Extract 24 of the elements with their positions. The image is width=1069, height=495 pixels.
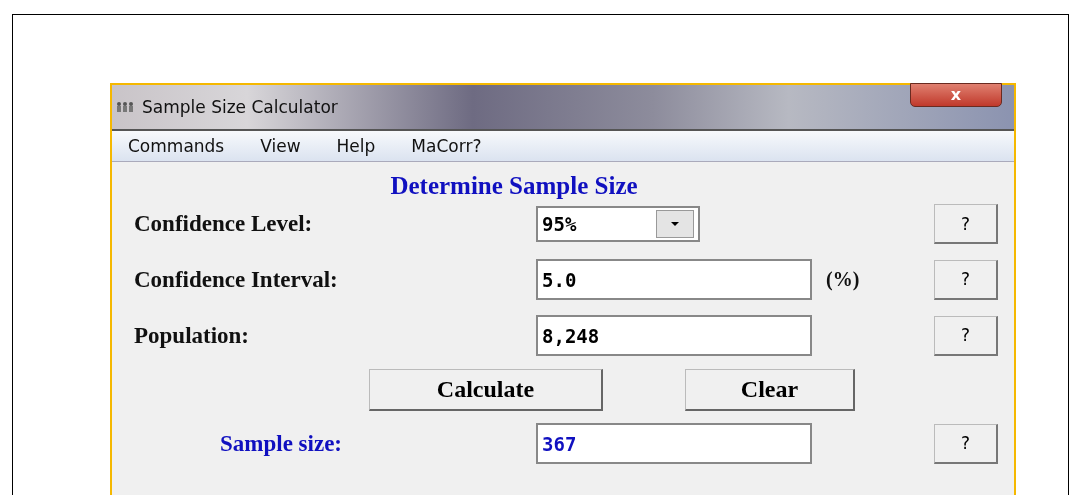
field-label: Confidence Interval:	[134, 266, 339, 293]
close-button[interactable]: x	[910, 83, 1002, 107]
result-label: Sample size:	[219, 430, 343, 457]
caret-icon	[670, 221, 680, 227]
menu-item[interactable]: Commands	[128, 136, 225, 156]
input-field[interactable]: 5.0	[536, 259, 812, 300]
dialog-heading: Determine Sample Size	[389, 172, 639, 200]
confidence-dropdown[interactable]: 95%	[536, 206, 700, 242]
action-button[interactable]: Clear	[685, 369, 855, 411]
unit-label: (%)	[825, 268, 861, 291]
field-label: Population:	[134, 322, 251, 349]
action-button[interactable]: Calculate	[369, 369, 603, 411]
help-button[interactable]: ?	[934, 204, 998, 244]
menu-item[interactable]: MaCorr?	[411, 136, 482, 156]
menu-item[interactable]: Help	[336, 136, 376, 156]
menu-item[interactable]: View	[260, 136, 301, 156]
help-button[interactable]: ?	[934, 423, 998, 464]
people-icon	[116, 101, 134, 113]
result-field[interactable]: 367	[536, 423, 812, 464]
window-title: Sample Size Calculator	[142, 97, 338, 117]
field-label: Confidence Level:	[134, 211, 314, 237]
help-button[interactable]: ?	[934, 259, 998, 300]
input-field[interactable]: 8,248	[536, 315, 812, 356]
help-button[interactable]: ?	[934, 315, 998, 356]
